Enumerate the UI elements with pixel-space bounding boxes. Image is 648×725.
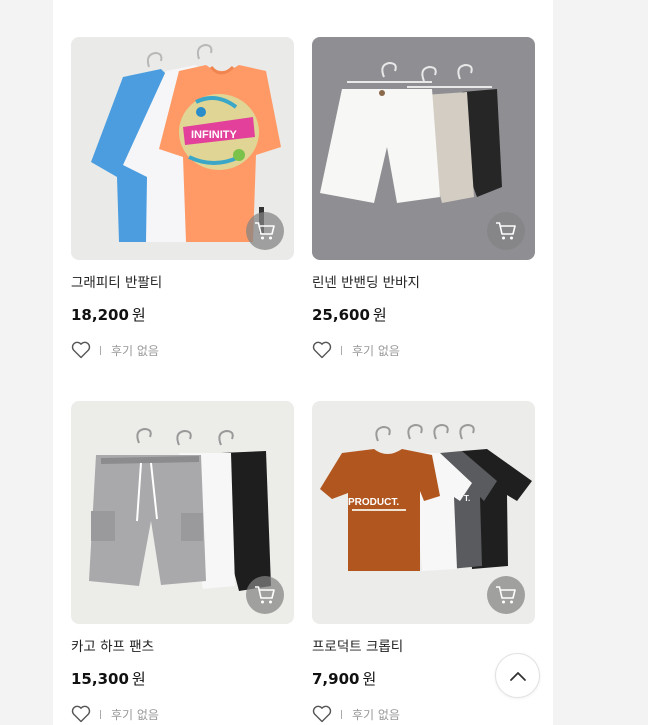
cart-icon <box>496 586 516 604</box>
price-value: 25,600 <box>312 306 370 324</box>
divider <box>100 709 101 719</box>
product-meta: 후기 없음 <box>71 704 294 724</box>
product-price: 15,300 원 <box>71 669 294 689</box>
product-name[interactable]: 그래피티 반팔티 <box>71 274 294 292</box>
product-image[interactable] <box>312 37 535 260</box>
svg-text:INFINITY: INFINITY <box>191 129 237 141</box>
product-name[interactable]: 프로덕트 크롭티 <box>312 638 535 656</box>
add-to-cart-button[interactable] <box>487 212 525 250</box>
cart-icon <box>496 222 516 240</box>
divider <box>341 345 342 355</box>
divider <box>341 709 342 719</box>
product-card[interactable]: 린넨 반밴딩 반바지 25,600 원 후기 없음 <box>312 37 535 360</box>
product-price: 18,200 원 <box>71 305 294 325</box>
add-to-cart-button[interactable] <box>487 576 525 614</box>
svg-text:PRODUCT.: PRODUCT. <box>348 497 399 508</box>
divider <box>100 345 101 355</box>
price-currency: 원 <box>131 306 146 324</box>
review-count: 후기 없음 <box>352 707 400 722</box>
svg-text:T.: T. <box>464 494 470 503</box>
product-card[interactable]: 카고 하프 팬츠 15,300 원 후기 없음 <box>71 401 294 724</box>
product-image[interactable] <box>71 401 294 624</box>
add-to-cart-button[interactable] <box>246 576 284 614</box>
heart-icon <box>71 705 91 723</box>
heart-icon <box>312 341 332 359</box>
review-count: 후기 없음 <box>352 343 400 358</box>
wishlist-button[interactable] <box>71 341 91 359</box>
product-meta: 후기 없음 <box>312 704 535 724</box>
wishlist-button[interactable] <box>312 705 332 723</box>
product-card[interactable]: INFINITY 그래피티 반팔티 18,200 원 후기 없음 <box>71 37 294 360</box>
heart-icon <box>312 705 332 723</box>
product-meta: 후기 없음 <box>312 340 535 360</box>
price-currency: 원 <box>131 670 146 688</box>
review-count: 후기 없음 <box>111 707 159 722</box>
price-value: 15,300 <box>71 670 129 688</box>
cart-icon <box>255 222 275 240</box>
wishlist-button[interactable] <box>312 341 332 359</box>
product-image[interactable]: PRODUCT. T. <box>312 401 535 624</box>
product-price: 25,600 원 <box>312 305 535 325</box>
price-value: 18,200 <box>71 306 129 324</box>
chevron-up-icon <box>509 671 526 681</box>
wishlist-button[interactable] <box>71 705 91 723</box>
cart-icon <box>255 586 275 604</box>
price-currency: 원 <box>372 306 387 324</box>
price-currency: 원 <box>362 670 377 688</box>
price-value: 7,900 <box>312 670 360 688</box>
heart-icon <box>71 341 91 359</box>
product-name[interactable]: 카고 하프 팬츠 <box>71 638 294 656</box>
product-meta: 후기 없음 <box>71 340 294 360</box>
product-name[interactable]: 린넨 반밴딩 반바지 <box>312 274 535 292</box>
product-image[interactable]: INFINITY <box>71 37 294 260</box>
scroll-to-top-button[interactable] <box>495 653 540 698</box>
add-to-cart-button[interactable] <box>246 212 284 250</box>
review-count: 후기 없음 <box>111 343 159 358</box>
